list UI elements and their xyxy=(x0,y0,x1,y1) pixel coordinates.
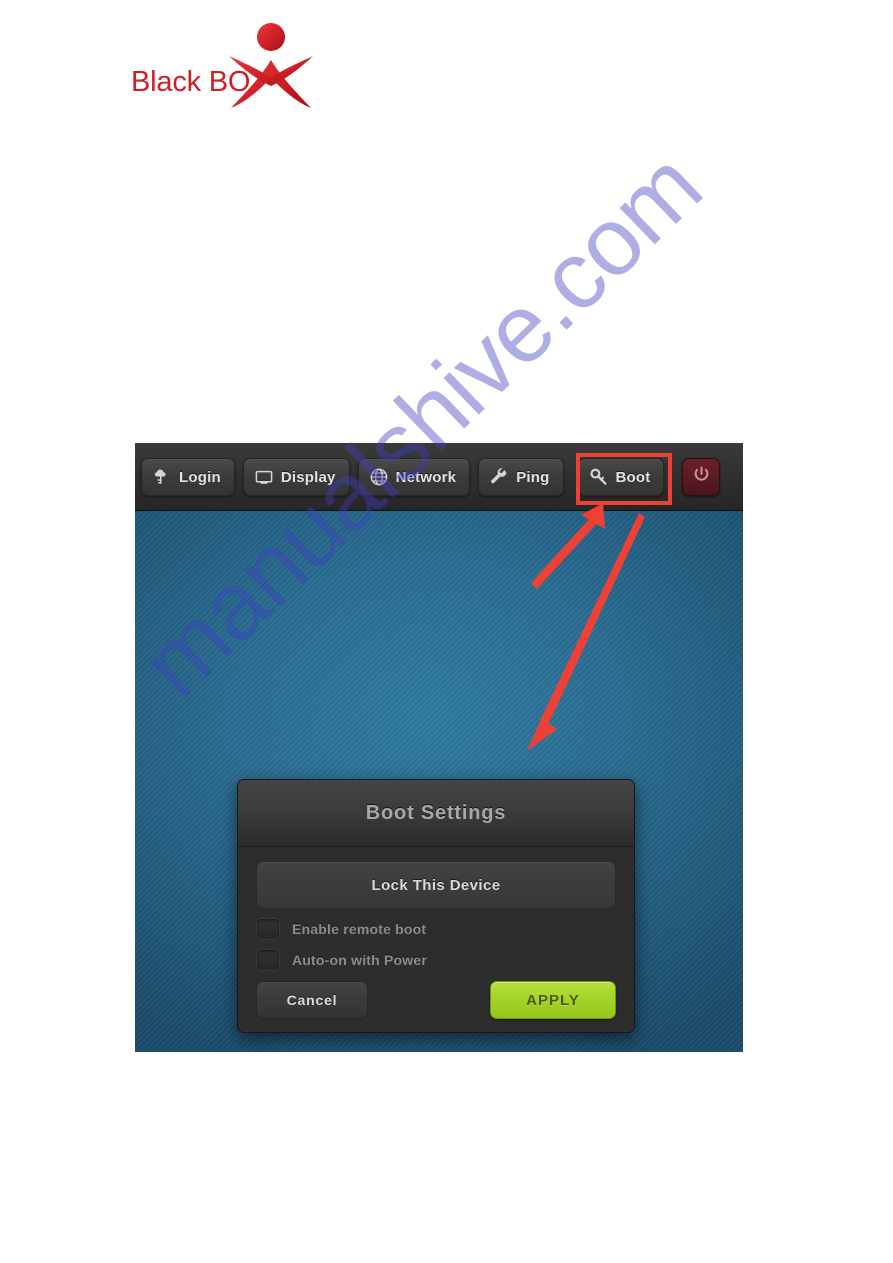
lock-this-device-label: Lock This Device xyxy=(371,876,501,894)
tab-boot[interactable]: Boot xyxy=(577,458,665,496)
tab-display[interactable]: Display xyxy=(242,458,350,496)
blackbox-logo: Black BO xyxy=(131,18,313,113)
auto-on-with-power-checkbox[interactable] xyxy=(256,948,280,971)
blackbox-person-logo-icon xyxy=(229,23,313,108)
cloud-key-icon xyxy=(152,467,172,487)
checkbox-row-auto-on-with-power[interactable]: Auto-on with Power xyxy=(256,948,616,971)
apply-button-label: APPLY xyxy=(526,991,580,1009)
top-toolbar: Login Display Network Ping Boot xyxy=(135,443,743,511)
boot-settings-dialog: Boot Settings Lock This Device Enable re… xyxy=(237,779,635,1033)
tab-network[interactable]: Network xyxy=(357,458,471,496)
tab-display-label: Display xyxy=(280,468,336,486)
auto-on-with-power-label: Auto-on with Power xyxy=(292,951,428,968)
apply-button[interactable]: APPLY xyxy=(490,981,616,1019)
power-button[interactable] xyxy=(682,458,721,496)
key-icon xyxy=(589,467,609,487)
enable-remote-boot-label: Enable remote boot xyxy=(292,920,427,937)
tab-network-label: Network xyxy=(395,468,457,486)
tab-boot-label: Boot xyxy=(615,468,651,486)
tab-ping-label: Ping xyxy=(516,468,550,486)
dialog-footer: Cancel APPLY xyxy=(256,981,616,1019)
wrench-icon xyxy=(489,467,509,487)
lock-this-device-button[interactable]: Lock This Device xyxy=(256,861,616,909)
checkbox-row-enable-remote-boot[interactable]: Enable remote boot xyxy=(256,917,616,940)
monitor-icon xyxy=(254,467,274,487)
cancel-button[interactable]: Cancel xyxy=(256,981,368,1019)
dialog-title: Boot Settings xyxy=(365,801,507,824)
power-icon xyxy=(692,465,711,489)
enable-remote-boot-checkbox[interactable] xyxy=(256,917,280,940)
globe-icon xyxy=(369,467,389,487)
device-ui-screenshot: Login Display Network Ping Boot Boot Set… xyxy=(135,443,743,1052)
tab-ping[interactable]: Ping xyxy=(478,458,564,496)
dialog-body: Lock This Device Enable remote boot Auto… xyxy=(238,847,634,1031)
tab-login[interactable]: Login xyxy=(141,458,235,496)
tab-login-label: Login xyxy=(179,468,221,486)
dialog-header: Boot Settings xyxy=(238,780,634,847)
cancel-button-label: Cancel xyxy=(286,992,338,1008)
